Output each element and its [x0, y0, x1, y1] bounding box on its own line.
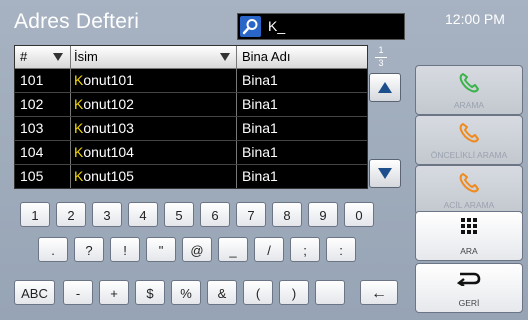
page-indicator: 1 3: [366, 45, 396, 69]
row-building: Bina1: [242, 144, 278, 160]
address-book-screen: Adres Defteri K_ 12:00 PM # İsim Bina Ad…: [0, 0, 528, 320]
key-exclamation[interactable]: !: [110, 237, 140, 262]
key-6[interactable]: 6: [200, 202, 230, 227]
emergency-phone-icon: [459, 173, 479, 193]
key-paren-open[interactable]: (: [243, 280, 273, 305]
key-0[interactable]: 0: [344, 202, 374, 227]
table-row[interactable]: 105 Konut105 Bina1: [15, 165, 367, 188]
key-percent[interactable]: %: [171, 280, 201, 305]
row-number: 105: [20, 168, 44, 184]
clock: 12:00 PM: [445, 11, 505, 27]
phone-icon: [459, 73, 479, 93]
back-button[interactable]: GERİ: [415, 263, 523, 313]
key-question[interactable]: ?: [74, 237, 104, 262]
key-ampersand[interactable]: &: [207, 280, 237, 305]
sort-number-icon[interactable]: [53, 46, 63, 68]
row-number: 101: [20, 72, 44, 88]
scroll-up-button[interactable]: [369, 73, 401, 102]
call-button[interactable]: ARAMA: [415, 65, 523, 115]
key-space[interactable]: [315, 280, 345, 305]
key-5[interactable]: 5: [164, 202, 194, 227]
key-9[interactable]: 9: [308, 202, 338, 227]
key-7[interactable]: 7: [236, 202, 266, 227]
call-label: ARAMA: [453, 100, 485, 110]
column-header-building[interactable]: Bina Adı: [242, 46, 290, 68]
search-text: K_: [268, 18, 286, 34]
table-header: # İsim Bina Adı: [15, 46, 367, 69]
emergency-call-label: ACİL ARAMA: [443, 200, 495, 210]
search-icon: [240, 16, 261, 37]
key-colon[interactable]: :: [326, 237, 356, 262]
back-arrow-icon: [456, 272, 481, 286]
key-2[interactable]: 2: [56, 202, 86, 227]
search-button[interactable]: ARA: [415, 211, 523, 261]
priority-call-label: ÖNCELİKLİ ARAMA: [430, 150, 508, 160]
row-number: 102: [20, 96, 44, 112]
row-name: Konut101: [74, 72, 134, 88]
backspace-key[interactable]: ←: [360, 280, 398, 305]
table-row[interactable]: 104 Konut104 Bina1: [15, 141, 367, 165]
table-row[interactable]: 102 Konut102 Bina1: [15, 93, 367, 117]
arrow-up-icon: [378, 82, 392, 93]
scroll-down-button[interactable]: [369, 159, 401, 188]
arrow-down-icon: [378, 168, 392, 179]
key-at[interactable]: @: [182, 237, 212, 262]
column-header-name[interactable]: İsim: [74, 46, 98, 68]
priority-call-button[interactable]: ÖNCELİKLİ ARAMA: [415, 115, 523, 165]
table-row[interactable]: 103 Konut103 Bina1: [15, 117, 367, 141]
key-minus[interactable]: -: [63, 280, 93, 305]
key-4[interactable]: 4: [128, 202, 158, 227]
column-header-number: #: [20, 49, 28, 64]
priority-phone-icon: [459, 123, 479, 143]
table-row[interactable]: 101 Konut101 Bina1: [15, 69, 367, 93]
key-paren-close[interactable]: ): [279, 280, 309, 305]
row-building: Bina1: [242, 168, 278, 184]
key-dollar[interactable]: $: [135, 280, 165, 305]
key-plus[interactable]: +: [99, 280, 129, 305]
page-title: Adres Defteri: [14, 10, 140, 33]
row-building: Bina1: [242, 120, 278, 136]
row-name: Konut103: [74, 120, 134, 136]
row-name: Konut105: [74, 168, 134, 184]
key-semicolon[interactable]: ;: [290, 237, 320, 262]
key-abc-mode[interactable]: ABC: [14, 280, 55, 305]
back-label: GERİ: [458, 298, 480, 308]
row-number: 104: [20, 144, 44, 160]
row-building: Bina1: [242, 72, 278, 88]
address-table: # İsim Bina Adı 101 Konut101 Bina1 102 K…: [14, 45, 368, 189]
sort-name-icon[interactable]: [220, 46, 230, 68]
key-1[interactable]: 1: [20, 202, 50, 227]
row-name: Konut104: [74, 144, 134, 160]
key-quote[interactable]: ": [146, 237, 176, 262]
row-building: Bina1: [242, 96, 278, 112]
search-label: ARA: [460, 246, 478, 256]
search-input[interactable]: K_: [237, 13, 405, 40]
key-underscore[interactable]: _: [218, 237, 248, 262]
row-number: 103: [20, 120, 44, 136]
key-3[interactable]: 3: [92, 202, 122, 227]
key-period[interactable]: .: [38, 237, 68, 262]
emergency-call-button[interactable]: ACİL ARAMA: [415, 165, 523, 215]
key-8[interactable]: 8: [272, 202, 302, 227]
key-slash[interactable]: /: [254, 237, 284, 262]
row-name: Konut102: [74, 96, 134, 112]
keypad-icon: [461, 218, 477, 234]
